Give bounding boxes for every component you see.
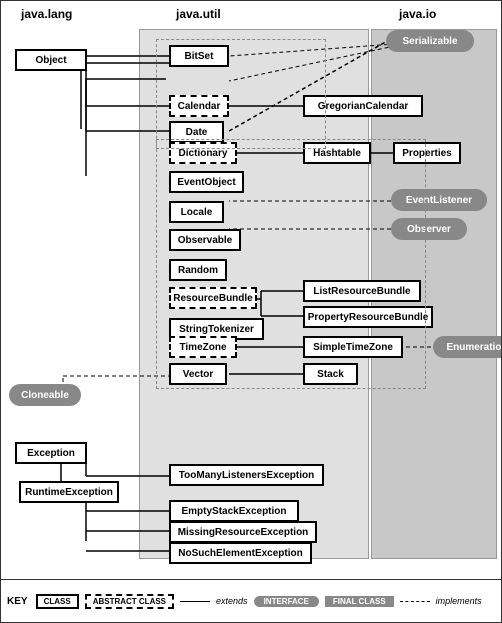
- key-abstract: ABSTRACT CLASS: [85, 594, 174, 609]
- key-extends-line: [180, 601, 210, 602]
- observer-interface: Observer: [391, 218, 467, 240]
- header-java-util: java.util: [176, 7, 221, 21]
- header-java-io: java.io: [399, 7, 436, 21]
- key-extends-text: extends: [216, 596, 248, 606]
- locale-class: Locale: [169, 201, 224, 223]
- enumeration-interface: Enumeration: [433, 336, 502, 358]
- emptystackexception-class: EmptyStackException: [169, 500, 299, 522]
- propertyresource-class: PropertyResourceBundle: [303, 306, 433, 328]
- header-java-lang: java.lang: [21, 7, 72, 21]
- hashtable-class: Hashtable: [303, 142, 371, 164]
- serializable-interface: Serializable: [386, 30, 474, 52]
- eventobject-class: EventObject: [169, 171, 244, 193]
- key-section: KEY CLASS ABSTRACT CLASS extends INTERFA…: [1, 579, 501, 622]
- toomanylisteners-class: TooManyListenersException: [169, 464, 324, 486]
- key-interface: INTERFACE: [254, 596, 319, 607]
- gregorian-class: GregorianCalendar: [303, 95, 423, 117]
- date-class: Date: [169, 121, 224, 143]
- object-class: Object: [15, 49, 87, 71]
- observable-class: Observable: [169, 229, 241, 251]
- vector-class: Vector: [169, 363, 227, 385]
- bitset-class: BitSet: [169, 45, 229, 67]
- exception-class: Exception: [15, 442, 87, 464]
- resourcebundle-class: ResourceBundle: [169, 287, 257, 309]
- key-implements-text: implements: [436, 596, 482, 606]
- key-final: FINAL CLASS: [325, 596, 394, 607]
- key-label: KEY: [7, 596, 28, 607]
- dictionary-class: Dictionary: [169, 142, 237, 164]
- key-class: CLASS: [36, 594, 79, 609]
- listresource-class: ListResourceBundle: [303, 280, 421, 302]
- properties-class: Properties: [393, 142, 461, 164]
- runtimeexception-class: RuntimeException: [19, 481, 119, 503]
- missingresource-class: MissingResourceException: [169, 521, 317, 543]
- timezone-class: TimeZone: [169, 336, 237, 358]
- nosuchelement-class: NoSuchElementException: [169, 542, 312, 564]
- simpletimezone-class: SimpleTimeZone: [303, 336, 403, 358]
- key-implements-line: [400, 601, 430, 602]
- cloneable-interface: Cloneable: [9, 384, 81, 406]
- stack-class: Stack: [303, 363, 358, 385]
- eventlistener-interface: EventListener: [391, 189, 487, 211]
- random-class: Random: [169, 259, 227, 281]
- calendar-class: Calendar: [169, 95, 229, 117]
